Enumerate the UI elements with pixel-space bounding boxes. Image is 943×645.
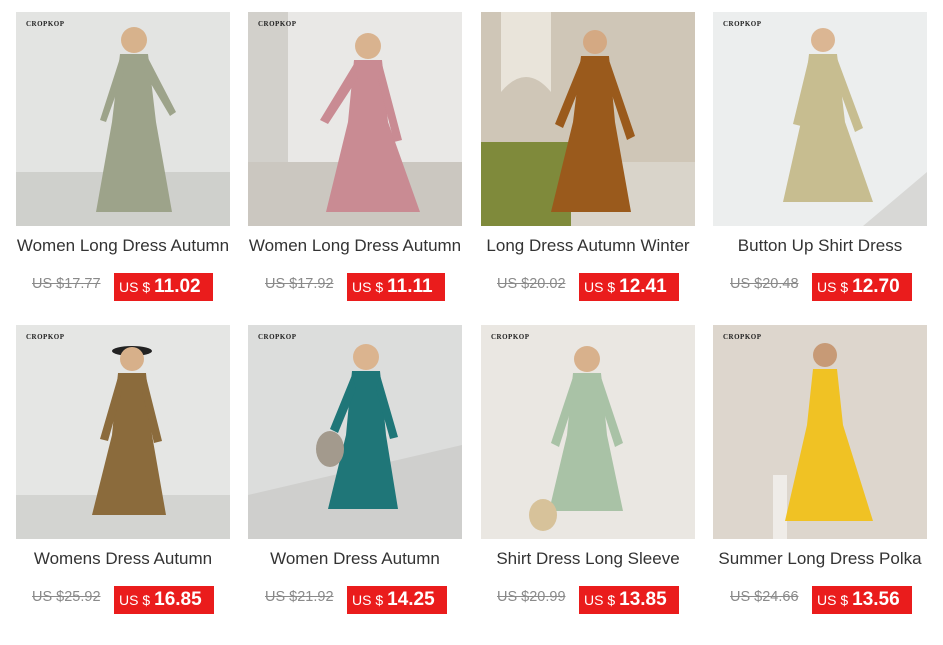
original-price: US $20.02 <box>497 276 566 292</box>
sale-price-value: 16.85 <box>154 589 202 610</box>
product-image[interactable]: CROPKOP <box>713 325 927 539</box>
currency-label: US $ <box>584 279 616 295</box>
sale-price-value: 11.11 <box>387 276 433 297</box>
sale-price-value: 11.02 <box>154 276 201 297</box>
sale-price-value: 12.70 <box>852 276 900 297</box>
sale-price-tag: US $ 13.85 <box>579 586 679 614</box>
dress-photo <box>481 325 695 539</box>
original-price: US $21.92 <box>265 589 334 605</box>
currency-label: US $ <box>119 279 151 295</box>
product-image[interactable]: CROPKOP <box>248 12 462 226</box>
product-title[interactable]: Long Dress Autumn Winter <box>465 236 711 256</box>
product-title[interactable]: Summer Long Dress Polka <box>697 549 943 569</box>
model-head <box>355 33 381 59</box>
product-image[interactable]: CROPKOP <box>481 325 695 539</box>
model-head <box>120 347 144 371</box>
sale-price-value: 13.56 <box>852 589 900 610</box>
brand-watermark: CROPKOP <box>26 333 65 341</box>
product-card[interactable]: CROPKOP Women Long Dress Autumn US $17.9… <box>232 0 464 310</box>
product-card[interactable]: CROPKOP Women Long Dress Autumn US $17.7… <box>0 0 232 310</box>
product-image[interactable] <box>481 12 695 226</box>
product-title[interactable]: Women Dress Autumn <box>232 549 478 569</box>
sale-price-value: 12.41 <box>619 276 667 297</box>
dress-photo <box>16 325 230 539</box>
currency-label: US $ <box>119 592 151 608</box>
dress-photo <box>481 12 695 226</box>
product-image[interactable]: CROPKOP <box>248 325 462 539</box>
product-title[interactable]: Button Up Shirt Dress <box>697 236 943 256</box>
brand-watermark: CROPKOP <box>723 20 762 28</box>
product-image[interactable]: CROPKOP <box>713 12 927 226</box>
sale-price-tag: US $ 11.02 <box>114 273 213 301</box>
product-title[interactable]: Womens Dress Autumn <box>0 549 246 569</box>
product-card[interactable]: CROPKOP Womens Dress Autumn US $25.92 US… <box>0 313 232 623</box>
original-price: US $17.92 <box>265 276 334 292</box>
original-price: US $25.92 <box>32 589 101 605</box>
product-grid: CROPKOP Women Long Dress Autumn US $17.7… <box>0 0 943 645</box>
product-card[interactable]: CROPKOP Women Dress Autumn US $21.92 US … <box>232 313 464 623</box>
brand-watermark: CROPKOP <box>491 333 530 341</box>
photo-stool <box>773 475 787 539</box>
brand-watermark: CROPKOP <box>723 333 762 341</box>
original-price: US $24.66 <box>730 589 799 605</box>
sale-price-tag: US $ 12.70 <box>812 273 912 301</box>
original-price: US $20.48 <box>730 276 799 292</box>
product-image[interactable]: CROPKOP <box>16 325 230 539</box>
model-head <box>813 343 837 367</box>
product-card[interactable]: CROPKOP Button Up Shirt Dress US $20.48 … <box>697 0 929 310</box>
dress-photo <box>248 325 462 539</box>
currency-label: US $ <box>352 592 384 608</box>
model-head <box>574 346 600 372</box>
product-title[interactable]: Women Long Dress Autumn <box>232 236 478 256</box>
dress-photo <box>713 12 927 226</box>
original-price: US $17.77 <box>32 276 101 292</box>
dress-photo <box>16 12 230 226</box>
original-price: US $20.99 <box>497 589 566 605</box>
dress-photo <box>248 12 462 226</box>
model-head <box>121 27 147 53</box>
sale-price-tag: US $ 12.41 <box>579 273 679 301</box>
brand-watermark: CROPKOP <box>258 333 297 341</box>
sale-price-value: 13.85 <box>619 589 667 610</box>
sale-price-tag: US $ 11.11 <box>347 273 445 301</box>
photo-grass <box>481 142 571 226</box>
currency-label: US $ <box>817 592 849 608</box>
product-title[interactable]: Shirt Dress Long Sleeve <box>465 549 711 569</box>
sale-price-value: 14.25 <box>387 589 435 610</box>
straw-bag <box>529 499 557 531</box>
model-head <box>583 30 607 54</box>
handbag <box>316 431 344 467</box>
sale-price-tag: US $ 16.85 <box>114 586 214 614</box>
currency-label: US $ <box>584 592 616 608</box>
dress-photo <box>713 325 927 539</box>
sale-price-tag: US $ 13.56 <box>812 586 912 614</box>
currency-label: US $ <box>817 279 849 295</box>
currency-label: US $ <box>352 279 384 295</box>
model-head <box>811 28 835 52</box>
product-card[interactable]: CROPKOP Shirt Dress Long Sleeve US $20.9… <box>465 313 697 623</box>
brand-watermark: CROPKOP <box>26 20 65 28</box>
product-card[interactable]: Long Dress Autumn Winter US $20.02 US $ … <box>465 0 697 310</box>
product-image[interactable]: CROPKOP <box>16 12 230 226</box>
model-head <box>353 344 379 370</box>
product-card[interactable]: CROPKOP Summer Long Dress Polka US $24.6… <box>697 313 929 623</box>
brand-watermark: CROPKOP <box>258 20 297 28</box>
product-title[interactable]: Women Long Dress Autumn <box>0 236 246 256</box>
sale-price-tag: US $ 14.25 <box>347 586 447 614</box>
